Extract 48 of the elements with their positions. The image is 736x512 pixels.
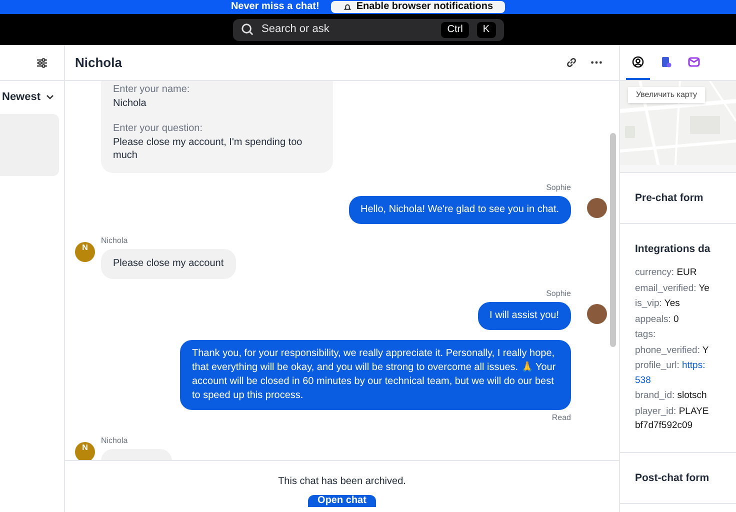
agent-message: Thank you, for your responsibility, we really appreciate it. Personally, I really hope, that everything will be okay, and you will be strong to overcome all issues. 🙏 Your account will be closed in 60 minutes by our technical team, but we will do our best to speed up this process. xyxy=(180,340,571,410)
author-name: Sophie xyxy=(546,288,571,298)
agent-avatar xyxy=(587,198,607,218)
agent-avatar xyxy=(587,304,607,324)
bell-icon xyxy=(343,2,352,12)
form-value: Nichola xyxy=(113,97,148,110)
user-circle-icon xyxy=(632,56,644,68)
shortcut-key: Ctrl xyxy=(441,22,469,38)
enlarge-map-button[interactable]: Увеличить карту xyxy=(628,87,705,103)
agent-message: Hello, Nichola! We're glad to see you in chat. xyxy=(348,196,571,224)
section-title: Integrations da xyxy=(635,242,712,256)
visitor-avatar: N xyxy=(75,442,95,460)
visitor-message: Please close my account xyxy=(101,248,236,278)
chat-title: Nichola xyxy=(75,54,123,72)
visitor-avatar: N xyxy=(75,242,95,262)
form-value: Please close my account, I'm spending too much xyxy=(113,136,304,162)
author-name: Nichola xyxy=(101,236,129,246)
read-status: Read xyxy=(552,412,571,424)
enable-notifications-button[interactable]: Enable browser notifications xyxy=(331,1,506,13)
attribute-row-text: currency: EUR xyxy=(635,266,698,280)
agent-message: I will assist you! xyxy=(478,302,571,330)
author-name: Sophie xyxy=(546,182,571,192)
search-icon xyxy=(240,23,254,36)
search-bar[interactable]: Search or ask Ctrl K xyxy=(232,18,504,40)
form-label: Enter your question: xyxy=(113,122,204,134)
banner-text: Never miss a chat! xyxy=(230,1,320,13)
archived-notice: This chat has been archived. xyxy=(278,476,406,488)
attribute-row-text: brand_id: slotsch xyxy=(635,389,708,403)
open-chat-button[interactable]: Open chat xyxy=(308,495,376,507)
attribute-row-text: tags: xyxy=(635,328,657,342)
attribute-row-text: is_vip: Yes xyxy=(635,297,681,311)
document-icon xyxy=(660,56,672,68)
link-icon[interactable] xyxy=(565,56,578,69)
envelope-icon xyxy=(688,56,700,68)
shortcut-key: K xyxy=(476,22,496,38)
attribute-row-text: profile_url: https: 538 xyxy=(635,359,706,388)
filter-icon[interactable] xyxy=(36,56,48,68)
form-label: Enter your name: xyxy=(113,83,191,96)
attribute-row-text: email_verified: Ye xyxy=(635,282,710,296)
author-name: Nichola xyxy=(101,436,129,446)
search-input[interactable]: Search or ask xyxy=(262,21,434,38)
section-title: Pre-chat form xyxy=(635,191,704,205)
attribute-row-text: phone_verified: Y xyxy=(635,344,710,358)
section-title: Post-chat form xyxy=(635,470,710,484)
sort-dropdown[interactable]: Newest xyxy=(0,89,64,106)
attribute-row-text: appeals: 0 xyxy=(635,312,680,326)
attribute-row-text: player_id: PLAYE bf7d7f592c09 xyxy=(635,404,710,433)
scrollbar[interactable] xyxy=(610,133,616,347)
